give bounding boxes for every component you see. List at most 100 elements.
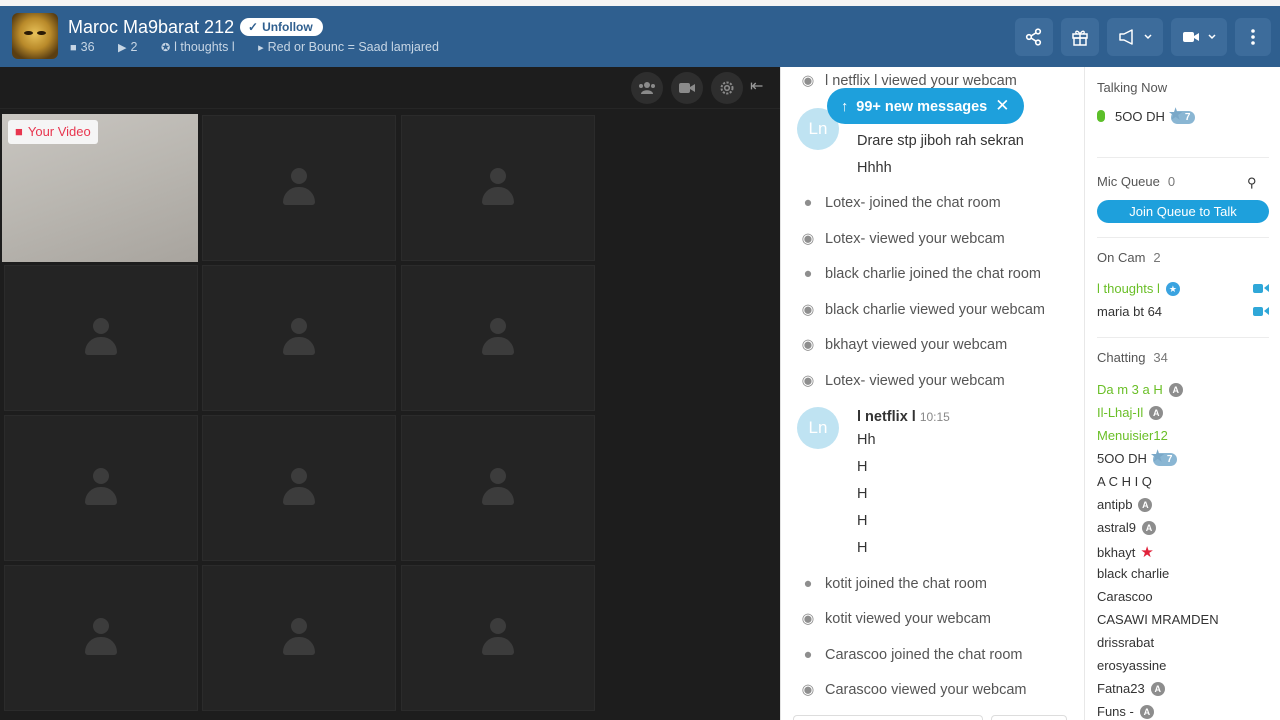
share-button[interactable]: [1015, 18, 1053, 56]
user-name[interactable]: drissrabat: [1097, 635, 1154, 650]
message-author[interactable]: l netflix l 10:15: [857, 409, 950, 425]
video-tile[interactable]: [202, 265, 396, 411]
my-video-tile[interactable]: ■ Your Video: [2, 114, 198, 262]
mic-queue-title: Mic Queue: [1097, 174, 1160, 189]
collapse-icon[interactable]: ⇤: [750, 76, 763, 96]
new-messages-button[interactable]: ↑ 99+ new messages ✕: [827, 88, 1024, 124]
user-name[interactable]: A C H I Q: [1097, 474, 1152, 489]
user-name[interactable]: l thoughts l: [1097, 281, 1160, 296]
video-toolbar: ⇤: [0, 67, 780, 109]
more-button[interactable]: [1235, 18, 1271, 56]
a-badge-icon: A: [1139, 705, 1154, 719]
unfollow-button[interactable]: ✓ Unfollow: [240, 18, 323, 36]
user-name[interactable]: Carascoo: [1097, 589, 1153, 604]
chatting-user[interactable]: Da m 3 a H A: [1097, 382, 1183, 397]
video-tile[interactable]: [202, 565, 396, 711]
video-tile[interactable]: [401, 565, 595, 711]
room-topic: Red or Bounc = Saad lamjared: [267, 40, 439, 54]
talking-user[interactable]: 5OO DH ★ 7: [1097, 107, 1196, 124]
author-name[interactable]: l netflix l: [857, 409, 916, 425]
room-avatar[interactable]: [12, 13, 58, 59]
room-title: Maroc Ma9barat 212: [68, 17, 235, 37]
event-text: kotit viewed your webcam: [825, 611, 992, 627]
divider: [1097, 337, 1269, 338]
chat-event: ● kotit joined the chat room: [799, 576, 987, 592]
event-text: Lotex- viewed your webcam: [825, 231, 1005, 247]
chatting-user[interactable]: A C H I Q: [1097, 474, 1152, 489]
event-text: bkhayt viewed your webcam: [825, 337, 1008, 353]
chatting-user[interactable]: Il-Lhaj-Il A: [1097, 405, 1164, 420]
event-text: kotit joined the chat room: [825, 576, 988, 592]
user-name[interactable]: Funs -: [1097, 704, 1134, 719]
gift-button[interactable]: [1061, 18, 1099, 56]
user-name[interactable]: Fatna23: [1097, 681, 1145, 696]
chatting-user[interactable]: black charlie: [1097, 566, 1169, 581]
settings-icon: [720, 81, 734, 95]
message-line: H: [857, 540, 868, 556]
talking-user-name[interactable]: 5OO DH: [1115, 109, 1165, 124]
on-cam-user[interactable]: maria bt 64: [1097, 304, 1162, 319]
chat-event: ● Carascoo joined the chat room: [799, 647, 1023, 663]
a-badge-icon: A: [1150, 682, 1165, 696]
chatting-user[interactable]: CASAWI MRAMDEN: [1097, 612, 1219, 627]
room-header: Maroc Ma9barat 212 ✓ Unfollow ■ 36 ▶ 2 ✪ l t…: [0, 6, 1280, 67]
chatting-user[interactable]: Carascoo: [1097, 589, 1153, 604]
chat-event: ◉ Carascoo viewed your webcam: [799, 682, 1027, 698]
user-name[interactable]: bkhayt: [1097, 545, 1135, 560]
video-tile[interactable]: [4, 415, 198, 561]
video-tile[interactable]: [4, 565, 198, 711]
video-tile[interactable]: [4, 265, 198, 411]
user-name[interactable]: erosyassine: [1097, 658, 1166, 673]
video-tile[interactable]: [401, 415, 595, 561]
user-name[interactable]: CASAWI MRAMDEN: [1097, 612, 1219, 627]
person-placeholder-icon: [282, 468, 316, 508]
a-badge-icon: A: [1142, 521, 1157, 535]
send-button[interactable]: [991, 715, 1067, 720]
user-name[interactable]: 5OO DH: [1097, 451, 1147, 466]
video-tile[interactable]: [401, 265, 595, 411]
on-cam-user[interactable]: l thoughts l ★: [1097, 281, 1180, 296]
user-name[interactable]: Il-Lhaj-Il: [1097, 405, 1143, 420]
user-name[interactable]: Da m 3 a H: [1097, 382, 1163, 397]
video-tile[interactable]: [202, 415, 396, 561]
webcam-icon[interactable]: [1253, 306, 1269, 317]
chat-input[interactable]: [793, 715, 983, 720]
cams-stat: ▶ 2: [118, 40, 147, 54]
a-badge-icon: A: [1138, 498, 1153, 512]
share-icon: [1025, 28, 1042, 46]
chatting-user[interactable]: bkhayt ★: [1097, 543, 1154, 561]
user-name[interactable]: antipb: [1097, 497, 1132, 512]
camera-toggle-button[interactable]: [671, 72, 703, 104]
chatting-user[interactable]: Funs - A: [1097, 704, 1154, 719]
eye-icon: ◉: [801, 302, 815, 318]
chatting-user[interactable]: antipb A: [1097, 497, 1153, 512]
user-list-sidebar: Talking Now 5OO DH ★ 7 Mic Queue 0 ⚲ Join Q…: [1084, 67, 1280, 720]
chatting-user[interactable]: Fatna23 A: [1097, 681, 1165, 696]
video-tile[interactable]: [202, 115, 396, 261]
people-button[interactable]: [631, 72, 663, 104]
video-settings-button[interactable]: [711, 72, 743, 104]
person-placeholder-icon: [282, 168, 316, 208]
a-badge-icon: A: [1168, 383, 1183, 397]
video-tile[interactable]: [401, 115, 595, 261]
broadcast-button[interactable]: [1107, 18, 1163, 56]
join-queue-button[interactable]: Join Queue to Talk: [1097, 200, 1269, 223]
video-area: ⇤ ■ Your Video: [0, 67, 780, 720]
user-name[interactable]: astral9: [1097, 520, 1136, 535]
user-name[interactable]: black charlie: [1097, 566, 1169, 581]
chatting-user[interactable]: drissrabat: [1097, 635, 1154, 650]
chatting-user[interactable]: erosyassine: [1097, 658, 1166, 673]
user-name[interactable]: maria bt 64: [1097, 304, 1162, 319]
eye-icon: ◉: [801, 337, 815, 353]
user-avatar[interactable]: Ln: [797, 407, 839, 449]
chatting-user[interactable]: astral9 A: [1097, 520, 1157, 535]
camera-button[interactable]: [1171, 18, 1227, 56]
close-icon[interactable]: ✕: [995, 96, 1009, 115]
chatting-user[interactable]: Menuisier12: [1097, 428, 1168, 443]
event-text: Lotex- joined the chat room: [825, 195, 1001, 211]
user-name[interactable]: Menuisier12: [1097, 428, 1168, 443]
webcam-icon[interactable]: [1253, 283, 1269, 294]
search-icon[interactable]: ⚲: [1247, 175, 1257, 191]
chat-event: ● Lotex- joined the chat room: [799, 195, 1001, 211]
chatting-user[interactable]: 5OO DH ★ 7: [1097, 449, 1178, 466]
